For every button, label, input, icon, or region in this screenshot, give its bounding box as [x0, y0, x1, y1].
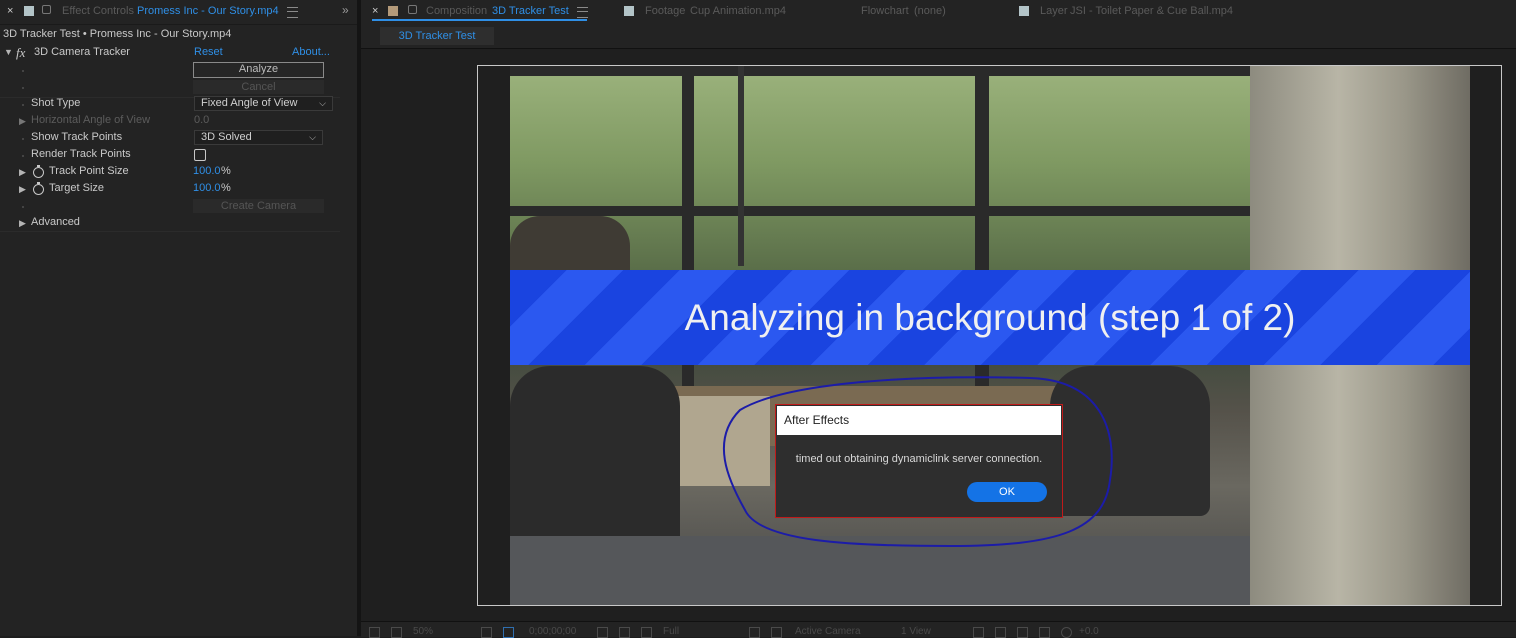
disclosure-triangle-icon[interactable]: ▶: [19, 116, 26, 127]
disclosure-triangle-icon[interactable]: ▶: [19, 218, 26, 229]
resolution-dropdown[interactable]: Full: [663, 626, 679, 637]
horizontal-aov-label: Horizontal Angle of View: [31, 114, 151, 126]
render-track-points-label: Render Track Points: [31, 148, 131, 160]
exposure-value[interactable]: +0.0: [1079, 626, 1099, 637]
fast-preview-icon[interactable]: [995, 627, 1006, 638]
row-bullet: [22, 70, 24, 72]
color-label-icon[interactable]: [388, 6, 398, 16]
dropdown-chevron-icon: ⌵: [319, 98, 326, 108]
shot-type-dropdown[interactable]: Fixed Angle of View ⌵: [194, 96, 333, 111]
roi-icon[interactable]: [749, 627, 760, 638]
stopwatch-icon[interactable]: [33, 165, 44, 178]
lock-icon[interactable]: [42, 5, 51, 14]
overflow-chevron-icon[interactable]: »: [342, 3, 349, 17]
flowchart-icon[interactable]: [1039, 627, 1050, 638]
track-point-size-label: Track Point Size: [49, 165, 129, 177]
track-point-size-value[interactable]: 100.0: [193, 165, 221, 177]
effect-controls-tab-file[interactable]: Promess Inc - Our Story.mp4: [137, 5, 279, 17]
window-frame: [510, 206, 1250, 216]
disclosure-triangle-icon[interactable]: ▶: [19, 167, 26, 178]
show-snapshot-icon[interactable]: [619, 627, 630, 638]
zoom-dropdown[interactable]: 50%: [413, 626, 433, 637]
target-size-value[interactable]: 100.0: [193, 182, 221, 194]
row-bullet: [22, 104, 24, 106]
tab-layer-prefix[interactable]: Layer: [1040, 5, 1068, 17]
row-bullet: [22, 87, 24, 89]
divider: [0, 231, 340, 232]
ok-button[interactable]: OK: [967, 482, 1047, 502]
tab-flowchart-prefix[interactable]: Flowchart: [861, 5, 909, 17]
tab-composition-name[interactable]: 3D Tracker Test: [492, 5, 569, 17]
color-label-icon[interactable]: [24, 6, 34, 16]
cancel-button[interactable]: Cancel: [193, 80, 324, 94]
timeline-icon[interactable]: [1017, 627, 1028, 638]
effect-name: 3D Camera Tracker: [34, 46, 130, 58]
grid-icon[interactable]: [481, 627, 492, 638]
always-preview-icon[interactable]: [369, 627, 380, 638]
effect-controls-tabbar: × Effect Controls Promess Inc - Our Stor…: [0, 0, 357, 25]
active-tab-indicator: [372, 19, 587, 21]
layer-path: 3D Tracker Test • Promess Inc - Our Stor…: [3, 28, 232, 40]
row-bullet: [22, 206, 24, 208]
window-mullion: [738, 66, 744, 266]
composition-subtab[interactable]: 3D Tracker Test: [380, 27, 494, 45]
close-icon[interactable]: ×: [7, 5, 13, 17]
tab-footage-prefix[interactable]: Footage: [645, 5, 685, 17]
panel-menu-icon[interactable]: [577, 7, 588, 18]
show-track-points-label: Show Track Points: [31, 131, 123, 143]
render-track-points-checkbox[interactable]: [194, 149, 206, 161]
color-label-icon[interactable]: [1019, 6, 1029, 16]
analyze-button[interactable]: Analyze: [193, 62, 324, 78]
dialog-message: timed out obtaining dynamiclink server c…: [795, 453, 1043, 465]
reset-exposure-icon[interactable]: [1061, 627, 1072, 638]
chair: [510, 366, 680, 546]
timecode[interactable]: 0;00;00;00: [529, 626, 576, 637]
panel-menu-icon[interactable]: [287, 7, 298, 18]
create-camera-button[interactable]: Create Camera: [193, 199, 324, 213]
track-point-size-unit: %: [221, 165, 231, 177]
reset-link[interactable]: Reset: [194, 46, 223, 58]
dropdown-chevron-icon: ⌵: [309, 132, 316, 142]
row-bullet: [22, 138, 24, 140]
fx-icon[interactable]: fx: [16, 45, 25, 61]
shot-type-value: Fixed Angle of View: [201, 97, 298, 109]
target-size-label: Target Size: [49, 182, 105, 194]
mask-icon[interactable]: [503, 627, 514, 638]
disclosure-triangle-icon[interactable]: ▼: [4, 47, 13, 57]
about-link[interactable]: About...: [292, 46, 330, 58]
channel-icon[interactable]: [641, 627, 652, 638]
viewer-bottom-bar: 50% 0;00;00;00 Full Active Camera 1 View…: [361, 621, 1516, 638]
transparency-grid-icon[interactable]: [771, 627, 782, 638]
views-dropdown[interactable]: 1 View: [901, 626, 931, 637]
tab-footage-name[interactable]: Cup Animation.mp4: [690, 5, 786, 17]
target-size-unit: %: [221, 182, 231, 194]
error-dialog: After Effects timed out obtaining dynami…: [775, 404, 1063, 518]
dialog-title: After Effects: [777, 406, 1061, 435]
show-track-points-dropdown[interactable]: 3D Solved ⌵: [194, 130, 323, 145]
stopwatch-icon[interactable]: [33, 182, 44, 195]
shot-type-label: Shot Type: [31, 97, 81, 109]
show-track-points-value: 3D Solved: [201, 131, 252, 143]
snapshot-icon[interactable]: [597, 627, 608, 638]
color-label-icon[interactable]: [624, 6, 634, 16]
advanced-group-label[interactable]: Advanced: [31, 216, 80, 228]
effect-controls-tab-prefix[interactable]: Effect Controls: [62, 5, 134, 17]
camera-dropdown[interactable]: Active Camera: [795, 626, 861, 637]
tab-flowchart-name[interactable]: (none): [914, 5, 946, 17]
lock-icon[interactable]: [408, 5, 417, 14]
disclosure-triangle-icon[interactable]: ▶: [19, 184, 26, 195]
row-bullet: [22, 155, 24, 157]
analyzing-banner-text: Analyzing in background (step 1 of 2): [684, 297, 1296, 338]
region-icon[interactable]: [391, 627, 402, 638]
close-icon[interactable]: ×: [372, 5, 378, 17]
tab-layer-name[interactable]: JSI - Toilet Paper & Cue Ball.mp4: [1070, 5, 1233, 17]
toggle-pixel-aspect-icon[interactable]: [973, 627, 984, 638]
tab-composition-prefix[interactable]: Composition: [426, 5, 487, 17]
horizontal-aov-value: 0.0: [194, 114, 210, 126]
